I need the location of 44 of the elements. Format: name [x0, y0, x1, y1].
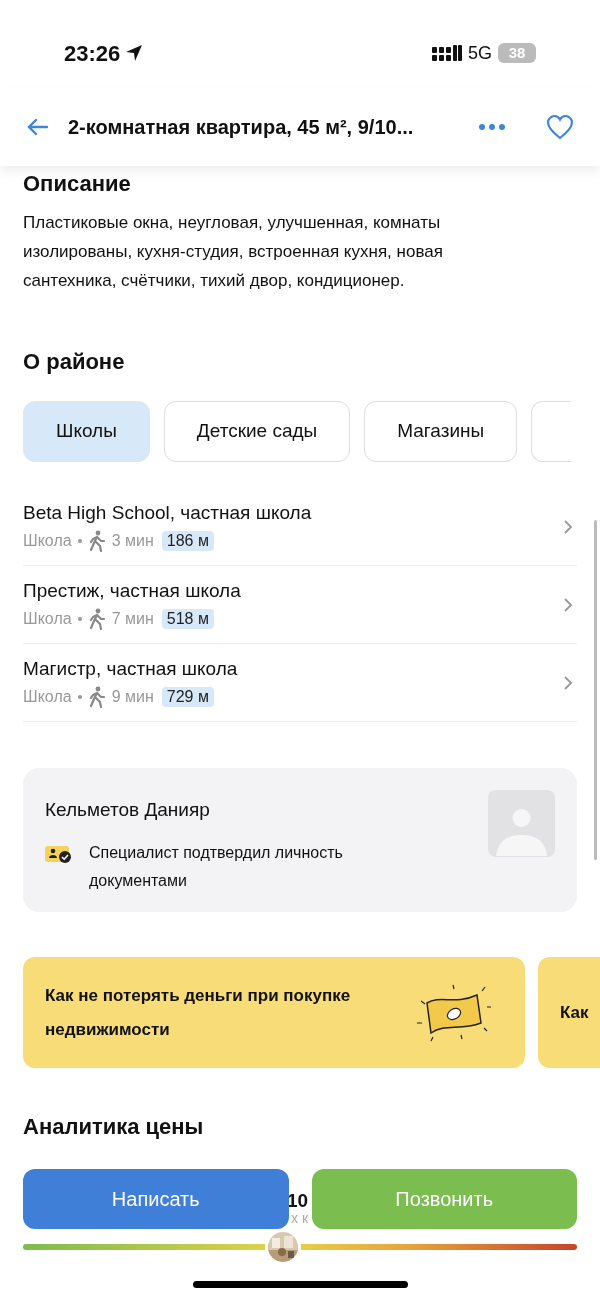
- section-heading: Описание: [23, 170, 132, 198]
- chevron-right-icon: [563, 518, 573, 535]
- more-icon[interactable]: [478, 123, 506, 131]
- action-button[interactable]: Написать: [23, 1169, 289, 1229]
- article-title: Как не потерять деньги при покупке недвижимости: [45, 984, 352, 1041]
- listing-title: 2-комнатная квартира, 45 м², 9/10...: [68, 115, 414, 140]
- place-type: Школа: [23, 530, 72, 551]
- place-row[interactable]: Престиж, частная школа Школа 7 мин 518 м: [23, 566, 577, 644]
- category-tab[interactable]: Школы: [23, 401, 150, 462]
- article-card[interactable]: Как не потерять деньги при покупке недвижимости: [23, 957, 525, 1068]
- section-heading: О районе: [23, 348, 126, 376]
- article-card[interactable]: Как: [538, 957, 600, 1068]
- chevron-right-icon: [563, 674, 573, 691]
- walk-time: 9 мин: [111, 686, 154, 707]
- back-arrow-icon[interactable]: [26, 118, 48, 136]
- place-name: Престиж, частная школа: [23, 578, 241, 603]
- distance-badge: 729 м: [161, 686, 214, 707]
- signal-icon: [432, 43, 462, 63]
- walking-person-icon: [87, 529, 106, 552]
- location-icon: [124, 43, 145, 63]
- section-heading: Аналитика цены: [23, 1113, 205, 1141]
- place-name: Beta High School, частная школа: [23, 500, 312, 525]
- distance-badge: 518 м: [161, 608, 214, 629]
- category-tab[interactable]: Детские сады: [163, 401, 351, 462]
- clock: 23:26: [64, 39, 121, 68]
- place-type: Школа: [23, 686, 72, 707]
- agent-name: Кельметов Данияр: [45, 798, 211, 822]
- distance-badge: 186 м: [161, 530, 214, 551]
- article-title: Как: [560, 1001, 589, 1024]
- place-row[interactable]: Beta High School, частная школа Школа 3 мин 186 м: [23, 488, 577, 566]
- place-name: Магистр, частная школа: [23, 656, 238, 681]
- favorite-heart-icon[interactable]: [546, 114, 574, 140]
- walk-time: 7 мин: [111, 608, 154, 629]
- network-label: 5G: [468, 41, 492, 65]
- walking-person-icon: [87, 685, 106, 708]
- category-tab[interactable]: Магазины: [364, 401, 518, 462]
- chevron-right-icon: [563, 596, 573, 613]
- battery-indicator: 38: [498, 43, 536, 63]
- walking-person-icon: [87, 607, 106, 630]
- verification-text: Специалист подтвердил личность документами: [89, 842, 344, 891]
- place-row[interactable]: Магистр, частная школа Школа 9 мин 729 м: [23, 644, 577, 722]
- place-type: Школа: [23, 608, 72, 629]
- walk-time: 3 мин: [111, 530, 154, 551]
- description-text: Пластиковые окна, неугловая, улучшенная, комнаты изолированы, кухня-студия, встроенная кухня, новая сантехника, счётчики, тихий двор, кондиционер.: [23, 212, 444, 292]
